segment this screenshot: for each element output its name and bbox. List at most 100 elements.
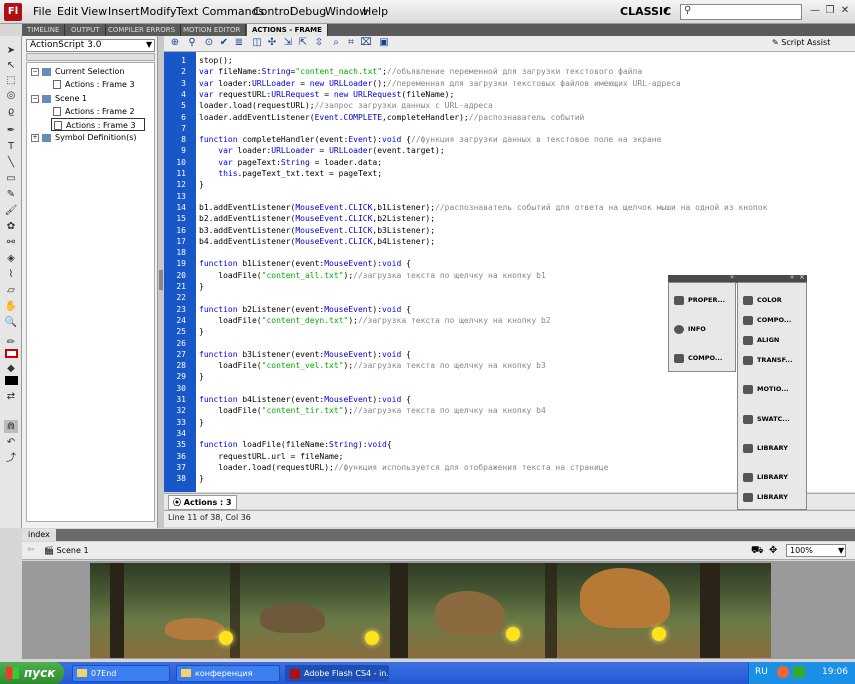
3d-rotation-tool-icon[interactable]: ◎ [4, 89, 18, 102]
check-syntax-icon[interactable]: ✔ [218, 37, 230, 49]
code-line[interactable]: b1.addEventListener(MouseEvent.CLICK,b1L… [199, 202, 767, 213]
document-tab-index[interactable]: index [22, 529, 56, 541]
selection-tool-icon[interactable]: ➤ [4, 44, 18, 57]
rectangle-tool-icon[interactable]: ▭ [4, 172, 18, 185]
expand-icon[interactable]: + [31, 133, 39, 142]
code-line[interactable]: } [199, 417, 204, 428]
pencil-tool-icon[interactable]: ✎ [4, 188, 18, 201]
code-line[interactable]: function b2Listener(event:MouseEvent):vo… [199, 304, 411, 315]
close-button[interactable]: ✕ [838, 4, 852, 18]
code-line[interactable]: function b3Listener(event:MouseEvent):vo… [199, 349, 411, 360]
code-line[interactable]: var requestURL:URLRequest = new URLReque… [199, 89, 454, 100]
navigator-splitter[interactable] [26, 53, 155, 61]
fill-color-swatch[interactable] [5, 376, 18, 385]
code-line[interactable]: function b1Listener(event:MouseEvent):vo… [199, 258, 411, 269]
debug-options-icon[interactable]: ✣ [266, 37, 278, 49]
deco-tool-icon[interactable]: ✿ [4, 220, 18, 233]
expand-arrows-icon[interactable]: » [790, 273, 794, 281]
paint-bucket-tool-icon[interactable]: ◈ [4, 252, 18, 265]
code-line[interactable]: var loader:URLLoader = new URLLoader();/… [199, 78, 681, 89]
panel-align[interactable]: ALIGN [738, 331, 779, 349]
code-line[interactable]: loadFile("content_vel.txt");//загрузка т… [199, 360, 546, 371]
code-line[interactable]: loadFile("content_all.txt");//загрузка т… [199, 270, 546, 281]
code-line[interactable]: b3.addEventListener(MouseEvent.CLICK,b3L… [199, 225, 435, 236]
chevron-down-icon[interactable]: ▼ [146, 40, 152, 49]
restore-button[interactable]: ❐ [823, 4, 837, 18]
back-arrow-icon[interactable]: ⇦ [27, 545, 35, 555]
code-line[interactable]: loader.load(requestURL);//запрос загрузк… [199, 100, 493, 111]
code-line[interactable]: function completeHandler(event:Event):vo… [199, 134, 661, 145]
panel-swatches[interactable]: SWATC... [738, 410, 790, 428]
swap-colors-icon[interactable]: ⇄ [4, 390, 18, 403]
panel-properties[interactable]: PROPER... [669, 291, 725, 309]
chevron-down-icon[interactable]: ▾ [664, 6, 668, 15]
menu-insert[interactable]: Insert [108, 5, 140, 18]
straighten-icon[interactable]: ⤴ [4, 452, 18, 465]
tab-actions-frame[interactable]: ACTIONS - FRAME [247, 24, 328, 36]
show-hide-toolbox-icon[interactable]: ▣ [378, 37, 390, 49]
edit-symbols-icon[interactable]: ✥ [769, 545, 777, 556]
tree-item-actions-frame-3[interactable]: Actions : Frame 3 [53, 78, 135, 91]
tray-icon-1[interactable] [777, 666, 789, 678]
bone-tool-icon[interactable]: ⚯ [4, 236, 18, 249]
code-line[interactable]: stop(); [199, 55, 233, 66]
find-icon[interactable]: ⚲ [186, 37, 198, 49]
language-indicator[interactable]: RU [755, 667, 768, 677]
panel-transform[interactable]: TRANSF... [738, 351, 792, 369]
task-adobe-flash[interactable]: Adobe Flash CS4 - in... [285, 665, 389, 682]
panel-info[interactable]: INFO [669, 320, 706, 338]
menu-help[interactable]: Help [363, 5, 388, 18]
collapse-arrows-icon[interactable]: » [730, 273, 734, 281]
search-input[interactable] [680, 4, 802, 20]
expand-all-icon[interactable]: ⇳ [313, 37, 325, 49]
code-line[interactable]: function loadFile(fileName:String):void{ [199, 439, 392, 450]
collapse-between-braces-icon[interactable]: ⇲ [282, 37, 294, 49]
tab-motion-editor[interactable]: MOTION EDITOR [178, 24, 247, 36]
zoom-tool-icon[interactable]: 🔍 [4, 316, 18, 329]
auto-format-icon[interactable]: ≣ [233, 37, 245, 49]
code-line[interactable]: b4.addEventListener(MouseEvent.CLICK,b4L… [199, 236, 435, 247]
menu-debug[interactable]: Debug [290, 5, 326, 18]
code-line[interactable]: loader.addEventListener(Event.COMPLETE,c… [199, 112, 584, 123]
stroke-color-swatch[interactable] [5, 349, 18, 358]
script-tab-actions-3[interactable]: ⦿ Actions : 3 [168, 495, 237, 510]
code-line[interactable]: } [199, 281, 204, 292]
menu-view[interactable]: View [81, 5, 107, 18]
panel-color[interactable]: COLOR [738, 291, 782, 309]
tray-icon-2[interactable] [793, 666, 805, 678]
tab-timeline[interactable]: TIMELINE [22, 24, 66, 36]
subselection-tool-icon[interactable]: ↖ [4, 59, 18, 72]
code-line[interactable]: b2.addEventListener(MouseEvent.CLICK,b2L… [199, 213, 435, 224]
divider-handle[interactable] [159, 270, 163, 290]
pen-tool-icon[interactable]: ✒ [4, 124, 18, 137]
close-icon[interactable]: × [799, 273, 805, 281]
stroke-color-icon[interactable]: ✏ [4, 336, 18, 349]
text-tool-icon[interactable]: T [4, 140, 18, 153]
menu-window[interactable]: Window [325, 5, 368, 18]
smooth-icon[interactable]: ↶ [4, 436, 18, 449]
panel-library-2[interactable]: LIBRARY [738, 468, 788, 486]
line-tool-icon[interactable]: ╲ [4, 156, 18, 169]
minimize-button[interactable]: — [808, 4, 822, 18]
free-transform-tool-icon[interactable]: ⬚ [4, 74, 18, 87]
code-line[interactable]: } [199, 371, 204, 382]
actionscript-version-select[interactable]: ActionScript 3.0 [26, 39, 155, 52]
code-line[interactable]: } [199, 179, 204, 190]
target-path-icon[interactable]: ⊙ [203, 37, 215, 49]
tree-item-scene-1[interactable]: − Scene 1 [31, 92, 87, 105]
brush-tool-icon[interactable]: 🖌 [4, 204, 18, 217]
panel-components[interactable]: COMPO... [669, 349, 722, 367]
lasso-tool-icon[interactable]: ϱ [4, 105, 18, 118]
code-line[interactable]: loader.load(requestURL);//функция исполь… [199, 462, 608, 473]
menu-edit[interactable]: Edit [57, 5, 78, 18]
code-line[interactable]: loadFile("content_deyn.txt");//загрузка … [199, 315, 550, 326]
apply-line-comment-icon[interactable]: ⌗ [345, 37, 357, 49]
remove-comment-icon[interactable]: ⌧ [360, 37, 372, 49]
panel-library-3[interactable]: LIBRARY [738, 488, 788, 506]
code-line[interactable]: loadFile("content_tir.txt");//загрузка т… [199, 405, 546, 416]
add-item-icon[interactable]: ⊕ [169, 37, 181, 49]
tab-compiler-errors[interactable]: COMPILER ERRORS [103, 24, 182, 36]
snap-to-objects-icon[interactable]: ⋒ [4, 420, 18, 433]
scene-breadcrumb[interactable]: 🎬 Scene 1 [44, 546, 89, 555]
panel-components-2[interactable]: COMPO... [738, 311, 791, 329]
